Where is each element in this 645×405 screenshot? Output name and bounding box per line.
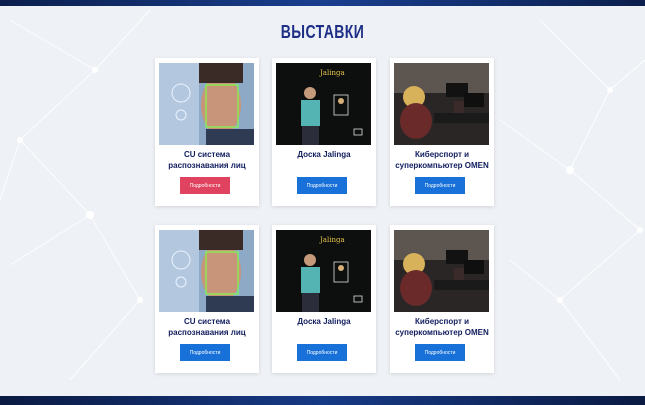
- esports-image[interactable]: [394, 63, 489, 145]
- svg-text:Jalinga: Jalinga: [319, 236, 345, 244]
- details-button[interactable]: Подробности: [415, 177, 465, 194]
- details-button[interactable]: Подробности: [415, 344, 465, 361]
- card-title: CU система распознавания лиц: [168, 150, 246, 170]
- card-title: Доска Jalinga: [297, 317, 351, 326]
- card-title: Киберспорт и суперкомпьютер OMEN: [395, 150, 489, 170]
- card-title: Киберспорт и суперкомпьютер OMEN: [395, 317, 489, 337]
- details-button[interactable]: Подробности: [180, 344, 230, 361]
- exhibit-card[interactable]: Jalinga Доска Jalinga Подробности: [272, 225, 376, 373]
- details-button[interactable]: Подробности: [180, 177, 230, 194]
- face-recognition-image[interactable]: [159, 230, 254, 312]
- details-button[interactable]: Подробности: [297, 177, 347, 194]
- exhibit-card[interactable]: CU система распознавания лиц Подробности: [155, 58, 259, 206]
- exhibit-card[interactable]: Jalinga Доска Jalinga Подробности: [272, 58, 376, 206]
- esports-image[interactable]: [394, 230, 489, 312]
- exhibit-card[interactable]: Киберспорт и суперкомпьютер OMEN Подробн…: [390, 58, 494, 206]
- svg-text:Jalinga: Jalinga: [319, 69, 345, 77]
- jalinga-board-image[interactable]: Jalinga: [276, 63, 371, 145]
- exhibit-card[interactable]: CU система распознавания лиц Подробности: [155, 225, 259, 373]
- bottom-strip: [0, 396, 645, 405]
- section-title: ВЫСТАВКИ: [280, 22, 365, 42]
- face-recognition-image[interactable]: [159, 63, 254, 145]
- details-button[interactable]: Подробности: [297, 344, 347, 361]
- jalinga-board-image[interactable]: Jalinga: [276, 230, 371, 312]
- card-title: CU система распознавания лиц: [168, 317, 246, 337]
- card-title: Доска Jalinga: [297, 150, 351, 159]
- exhibit-card[interactable]: Киберспорт и суперкомпьютер OMEN Подробн…: [390, 225, 494, 373]
